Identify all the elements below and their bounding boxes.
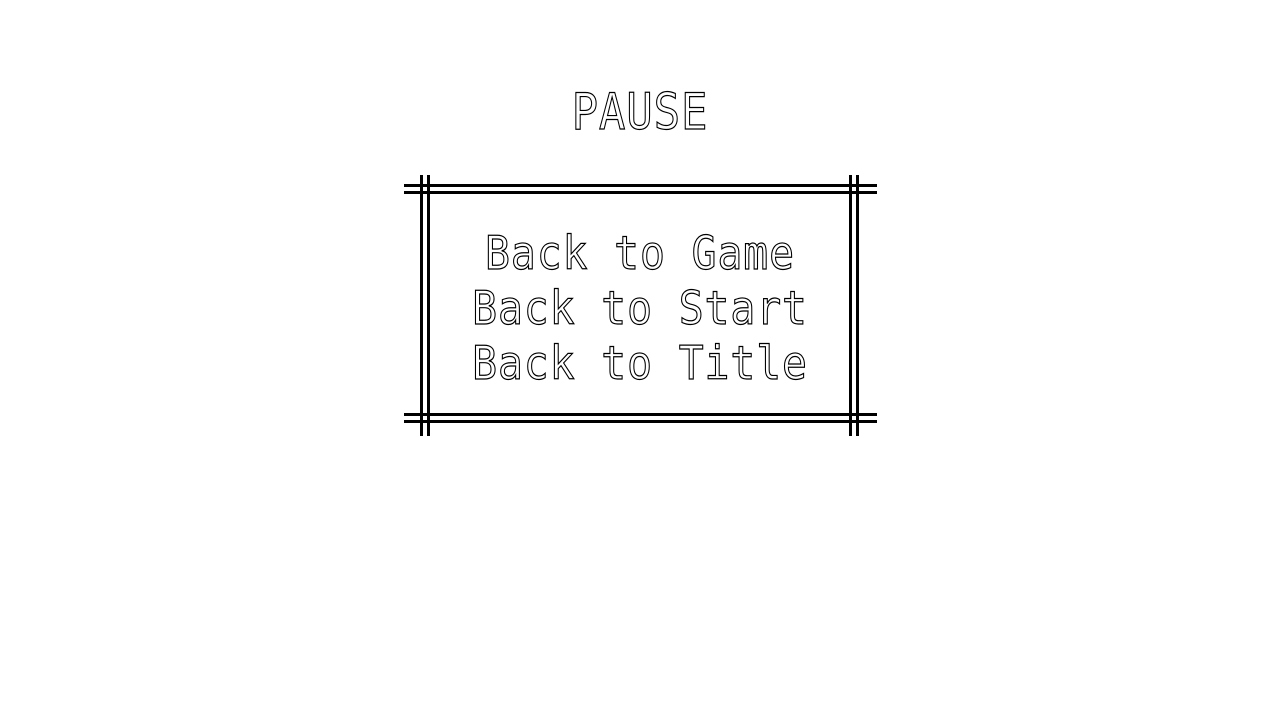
back-to-game-option[interactable]: Back to Game bbox=[424, 227, 856, 283]
game-screen: PAUSE Back to Game Back to Start Back to… bbox=[0, 0, 1280, 720]
frame-bottom-outer-line bbox=[404, 420, 877, 423]
frame-bottom-inner-line bbox=[404, 413, 877, 416]
frame-top-inner-line bbox=[404, 191, 877, 194]
frame-top-outer-line bbox=[404, 184, 877, 187]
pause-menu-list: Back to Game Back to Start Back to Title bbox=[400, 227, 880, 393]
back-to-start-option[interactable]: Back to Start bbox=[424, 282, 856, 338]
back-to-title-option[interactable]: Back to Title bbox=[424, 337, 856, 393]
pause-title: PAUSE bbox=[571, 82, 709, 141]
